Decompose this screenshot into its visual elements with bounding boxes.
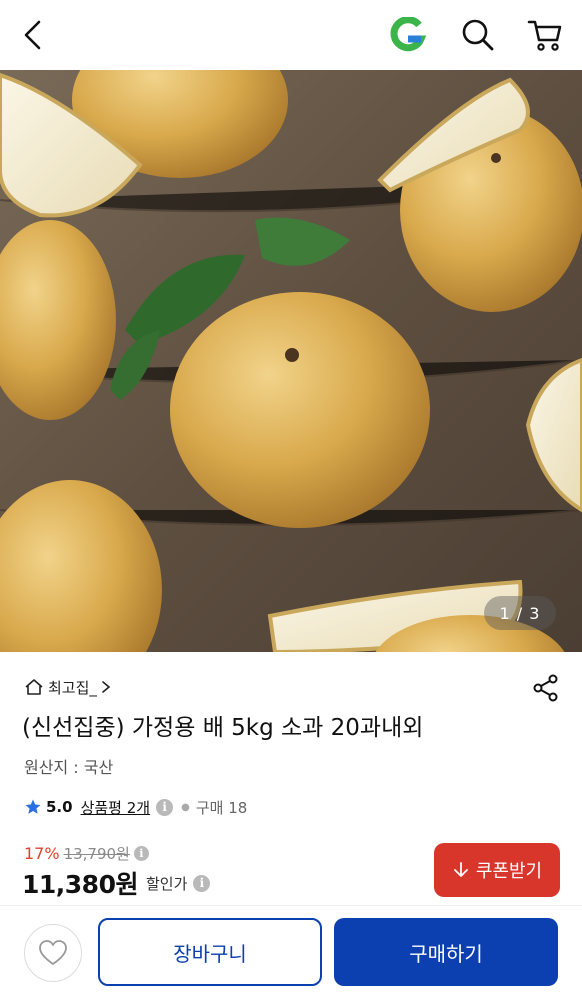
reviews-info-icon[interactable]: i: [156, 798, 174, 816]
product-title: (신선집중) 가정용 배 5kg 소과 20과내외: [22, 715, 424, 741]
search-icon: [462, 19, 494, 51]
rating-row: 5.0 상품평 2개 i ● 구매 18: [24, 795, 247, 819]
download-arrow-icon: [453, 862, 468, 877]
product-photo: [0, 70, 582, 652]
chevron-left-icon: [24, 20, 41, 50]
heart-icon: [39, 940, 67, 965]
product-image-gallery[interactable]: 1 / 3: [0, 70, 582, 652]
back-button[interactable]: [10, 12, 56, 58]
chevron-right-icon: [102, 681, 111, 693]
home-icon: [25, 679, 43, 695]
search-button[interactable]: [455, 12, 501, 58]
gmarket-home-button[interactable]: [385, 12, 431, 58]
reviews-link[interactable]: 상품평 2개: [81, 797, 151, 818]
discount-rate: 17%: [24, 843, 60, 863]
sale-price-label: 할인가: [145, 874, 188, 893]
store-link[interactable]: 최고집_: [24, 674, 111, 700]
sale-price-info-icon[interactable]: i: [193, 874, 211, 892]
separator-dot: ●: [181, 801, 190, 813]
coupon-button-label: 쿠폰받기: [475, 861, 543, 882]
wishlist-button[interactable]: [24, 924, 82, 982]
original-price-info-icon[interactable]: i: [133, 845, 149, 861]
coupon-download-button[interactable]: 쿠폰받기: [434, 843, 560, 897]
gmarket-g-logo-icon: [390, 17, 427, 52]
sale-price-row: 11,380원 할인가 i: [22, 866, 211, 900]
share-button[interactable]: [530, 672, 562, 704]
top-nav-bar: [0, 0, 582, 70]
original-price: 13,790원: [63, 844, 130, 863]
store-name: 최고집_: [48, 678, 97, 697]
origin-info: 원산지 : 국산: [24, 758, 114, 777]
share-icon: [533, 674, 558, 702]
star-icon: [25, 799, 41, 814]
cart-button[interactable]: [522, 12, 568, 58]
buy-now-button[interactable]: 구매하기: [334, 918, 558, 986]
image-page-counter: 1 / 3: [484, 596, 556, 630]
sale-price: 11,380원: [22, 870, 138, 899]
add-to-cart-button[interactable]: 장바구니: [98, 918, 322, 986]
shopping-cart-icon: [527, 20, 562, 51]
price-discount-row: 17% 13,790원 i: [24, 842, 149, 864]
rating-score: 5.0: [46, 798, 73, 816]
purchase-count: 구매 18: [195, 798, 248, 817]
